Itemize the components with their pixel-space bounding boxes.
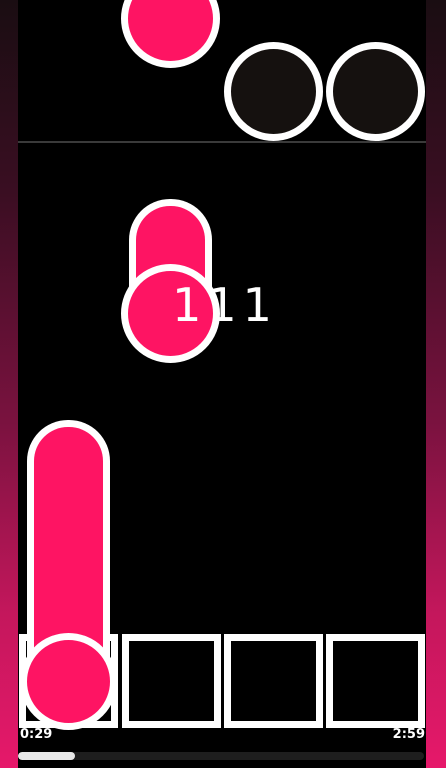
receptor-lane-2[interactable]	[122, 634, 221, 728]
elapsed-time: 0:29	[20, 727, 53, 742]
right-edge-gradient	[426, 0, 446, 768]
hold-note-lane-1-head	[20, 633, 117, 730]
game-stage[interactable]: 111 0:29 2:59	[0, 0, 446, 768]
total-time: 2:59	[392, 727, 425, 742]
song-progress-fill	[18, 752, 75, 760]
left-edge-gradient	[0, 0, 18, 768]
combo-counter: 111	[172, 278, 278, 332]
falling-note-lane-3-dark	[224, 42, 323, 141]
falling-note-lane-4-dark	[326, 42, 425, 141]
receptor-lane-4[interactable]	[326, 634, 425, 728]
playfield-divider-line	[18, 141, 426, 143]
receptor-lane-3[interactable]	[224, 634, 323, 728]
song-progress-bar[interactable]	[18, 752, 424, 760]
